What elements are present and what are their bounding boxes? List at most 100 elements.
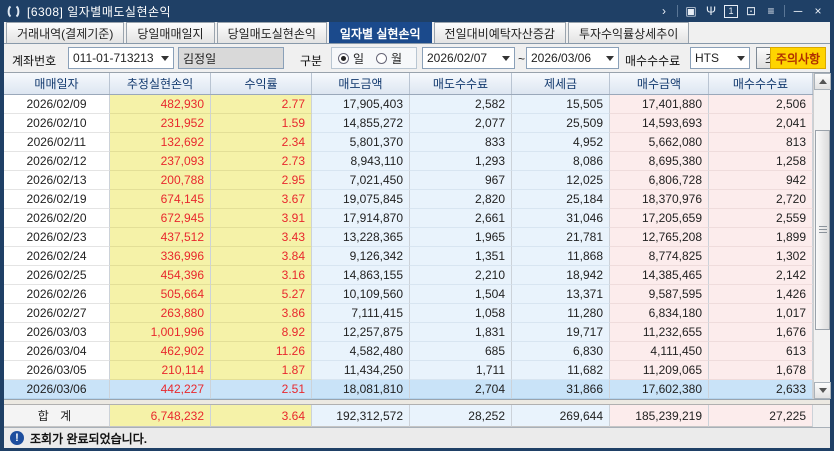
cell-date[interactable]: 2026/02/24: [4, 247, 110, 266]
cell-rate[interactable]: 11.26: [211, 342, 312, 361]
table-row[interactable]: 2026/02/20 672,945 3.91 17,914,870 2,661 31,0…: [4, 209, 813, 228]
cell-tax[interactable]: 4,952: [512, 133, 610, 152]
tab-return-rate-detail[interactable]: 투자수익률상세추이: [567, 22, 690, 43]
minimize-icon[interactable]: ─: [788, 2, 808, 20]
cell-buy_fee[interactable]: 1,258: [709, 152, 813, 171]
cell-pl[interactable]: 505,664: [110, 285, 211, 304]
cell-buy_amount[interactable]: 17,401,880: [610, 95, 709, 114]
cell-buy_amount[interactable]: 17,602,380: [610, 380, 709, 399]
cell-buy_amount[interactable]: 9,587,595: [610, 285, 709, 304]
cell-rate[interactable]: 2.95: [211, 171, 312, 190]
cell-tax[interactable]: 25,509: [512, 114, 610, 133]
table-row[interactable]: 2026/02/24 336,996 3.84 9,126,342 1,351 11,86…: [4, 247, 813, 266]
cell-rate[interactable]: 3.43: [211, 228, 312, 247]
menu-list-icon[interactable]: ≡: [761, 2, 781, 20]
cell-buy_fee[interactable]: 2,142: [709, 266, 813, 285]
cell-buy_fee[interactable]: 1,426: [709, 285, 813, 304]
radio-monthly[interactable]: [376, 52, 387, 64]
cell-buy_fee[interactable]: 1,899: [709, 228, 813, 247]
table-row[interactable]: 2026/02/19 674,145 3.67 19,075,845 2,820 25,1…: [4, 190, 813, 209]
cell-pl[interactable]: 454,396: [110, 266, 211, 285]
cell-sell_fee[interactable]: 2,661: [410, 209, 512, 228]
cell-buy_amount[interactable]: 4,111,450: [610, 342, 709, 361]
cell-buy_fee[interactable]: 1,676: [709, 323, 813, 342]
buy-fee-select[interactable]: HTS: [690, 47, 750, 69]
cell-buy_amount[interactable]: 14,385,465: [610, 266, 709, 285]
cell-pl[interactable]: 237,093: [110, 152, 211, 171]
table-row[interactable]: 2026/02/25 454,396 3.16 14,863,155 2,210 18,9…: [4, 266, 813, 285]
cell-pl[interactable]: 231,952: [110, 114, 211, 133]
cell-buy_fee[interactable]: 813: [709, 133, 813, 152]
cell-pl[interactable]: 263,880: [110, 304, 211, 323]
cell-date[interactable]: 2026/03/03: [4, 323, 110, 342]
cell-tax[interactable]: 13,371: [512, 285, 610, 304]
cell-buy_fee[interactable]: 2,720: [709, 190, 813, 209]
cell-rate[interactable]: 5.27: [211, 285, 312, 304]
cell-pl[interactable]: 442,227: [110, 380, 211, 399]
radio-daily[interactable]: [338, 52, 349, 64]
column-header-pl[interactable]: 추정실현손익: [110, 73, 211, 94]
cell-date[interactable]: 2026/02/10: [4, 114, 110, 133]
cell-sell_fee[interactable]: 2,077: [410, 114, 512, 133]
column-header-buy_fee[interactable]: 매수수수료: [709, 73, 813, 94]
tab-trade-history[interactable]: 거래내역(결제기준): [6, 22, 125, 43]
cell-pl[interactable]: 482,930: [110, 95, 211, 114]
date-from-select[interactable]: 2026/02/07: [422, 47, 515, 69]
cell-pl[interactable]: 462,902: [110, 342, 211, 361]
cell-sell_fee[interactable]: 1,293: [410, 152, 512, 171]
cell-pl[interactable]: 437,512: [110, 228, 211, 247]
cell-date[interactable]: 2026/03/04: [4, 342, 110, 361]
cell-sell_fee[interactable]: 685: [410, 342, 512, 361]
close-icon[interactable]: ×: [808, 2, 828, 20]
table-row[interactable]: 2026/02/13 200,788 2.95 7,021,450 967 12,025 6…: [4, 171, 813, 190]
cell-sell_amount[interactable]: 7,021,450: [312, 171, 410, 190]
cell-sell_amount[interactable]: 11,434,250: [312, 361, 410, 380]
cell-rate[interactable]: 2.34: [211, 133, 312, 152]
cell-date[interactable]: 2026/03/05: [4, 361, 110, 380]
cell-buy_amount[interactable]: 8,774,825: [610, 247, 709, 266]
cell-tax[interactable]: 19,717: [512, 323, 610, 342]
table-row[interactable]: 2026/03/05 210,114 1.87 11,434,250 1,711 11,6…: [4, 361, 813, 380]
cell-rate[interactable]: 2.77: [211, 95, 312, 114]
caution-button[interactable]: 주의사항: [770, 47, 826, 69]
cell-rate[interactable]: 2.51: [211, 380, 312, 399]
cell-buy_amount[interactable]: 14,593,693: [610, 114, 709, 133]
cell-sell_amount[interactable]: 14,855,272: [312, 114, 410, 133]
cell-pl[interactable]: 200,788: [110, 171, 211, 190]
cell-pl[interactable]: 336,996: [110, 247, 211, 266]
cell-buy_fee[interactable]: 2,559: [709, 209, 813, 228]
cell-buy_fee[interactable]: 1,017: [709, 304, 813, 323]
tab-today-realized-pl[interactable]: 당일매도실현손익: [216, 22, 327, 43]
table-row[interactable]: 2026/02/12 237,093 2.73 8,943,110 1,293 8,086…: [4, 152, 813, 171]
cell-buy_fee[interactable]: 1,678: [709, 361, 813, 380]
cell-pl[interactable]: 674,145: [110, 190, 211, 209]
cell-pl[interactable]: 672,945: [110, 209, 211, 228]
cell-tax[interactable]: 31,866: [512, 380, 610, 399]
cell-sell_fee[interactable]: 2,820: [410, 190, 512, 209]
cell-tax[interactable]: 21,781: [512, 228, 610, 247]
cell-sell_amount[interactable]: 18,081,810: [312, 380, 410, 399]
cell-date[interactable]: 2026/02/11: [4, 133, 110, 152]
cell-date[interactable]: 2026/02/12: [4, 152, 110, 171]
column-header-sell_fee[interactable]: 매도수수료: [410, 73, 512, 94]
cell-rate[interactable]: 3.86: [211, 304, 312, 323]
cell-buy_amount[interactable]: 6,834,180: [610, 304, 709, 323]
cell-sell_fee[interactable]: 1,351: [410, 247, 512, 266]
screen-number-icon[interactable]: 1: [721, 2, 741, 20]
maximize-icon[interactable]: ▣: [681, 2, 701, 20]
cell-rate[interactable]: 3.84: [211, 247, 312, 266]
cell-date[interactable]: 2026/02/25: [4, 266, 110, 285]
column-header-buy_amount[interactable]: 매수금액: [610, 73, 709, 94]
cell-date[interactable]: 2026/02/09: [4, 95, 110, 114]
column-header-tax[interactable]: 제세금: [512, 73, 610, 94]
column-header-sell_amount[interactable]: 매도금액: [312, 73, 410, 94]
cell-sell_fee[interactable]: 1,831: [410, 323, 512, 342]
new-window-icon[interactable]: ⊡: [741, 2, 761, 20]
cell-pl[interactable]: 210,114: [110, 361, 211, 380]
cell-tax[interactable]: 6,830: [512, 342, 610, 361]
tab-daily-trade-journal[interactable]: 당일매매일지: [126, 22, 215, 43]
cell-tax[interactable]: 11,868: [512, 247, 610, 266]
cell-buy_amount[interactable]: 18,370,976: [610, 190, 709, 209]
scrollbar-down-button[interactable]: [814, 382, 831, 399]
cell-sell_amount[interactable]: 14,863,155: [312, 266, 410, 285]
